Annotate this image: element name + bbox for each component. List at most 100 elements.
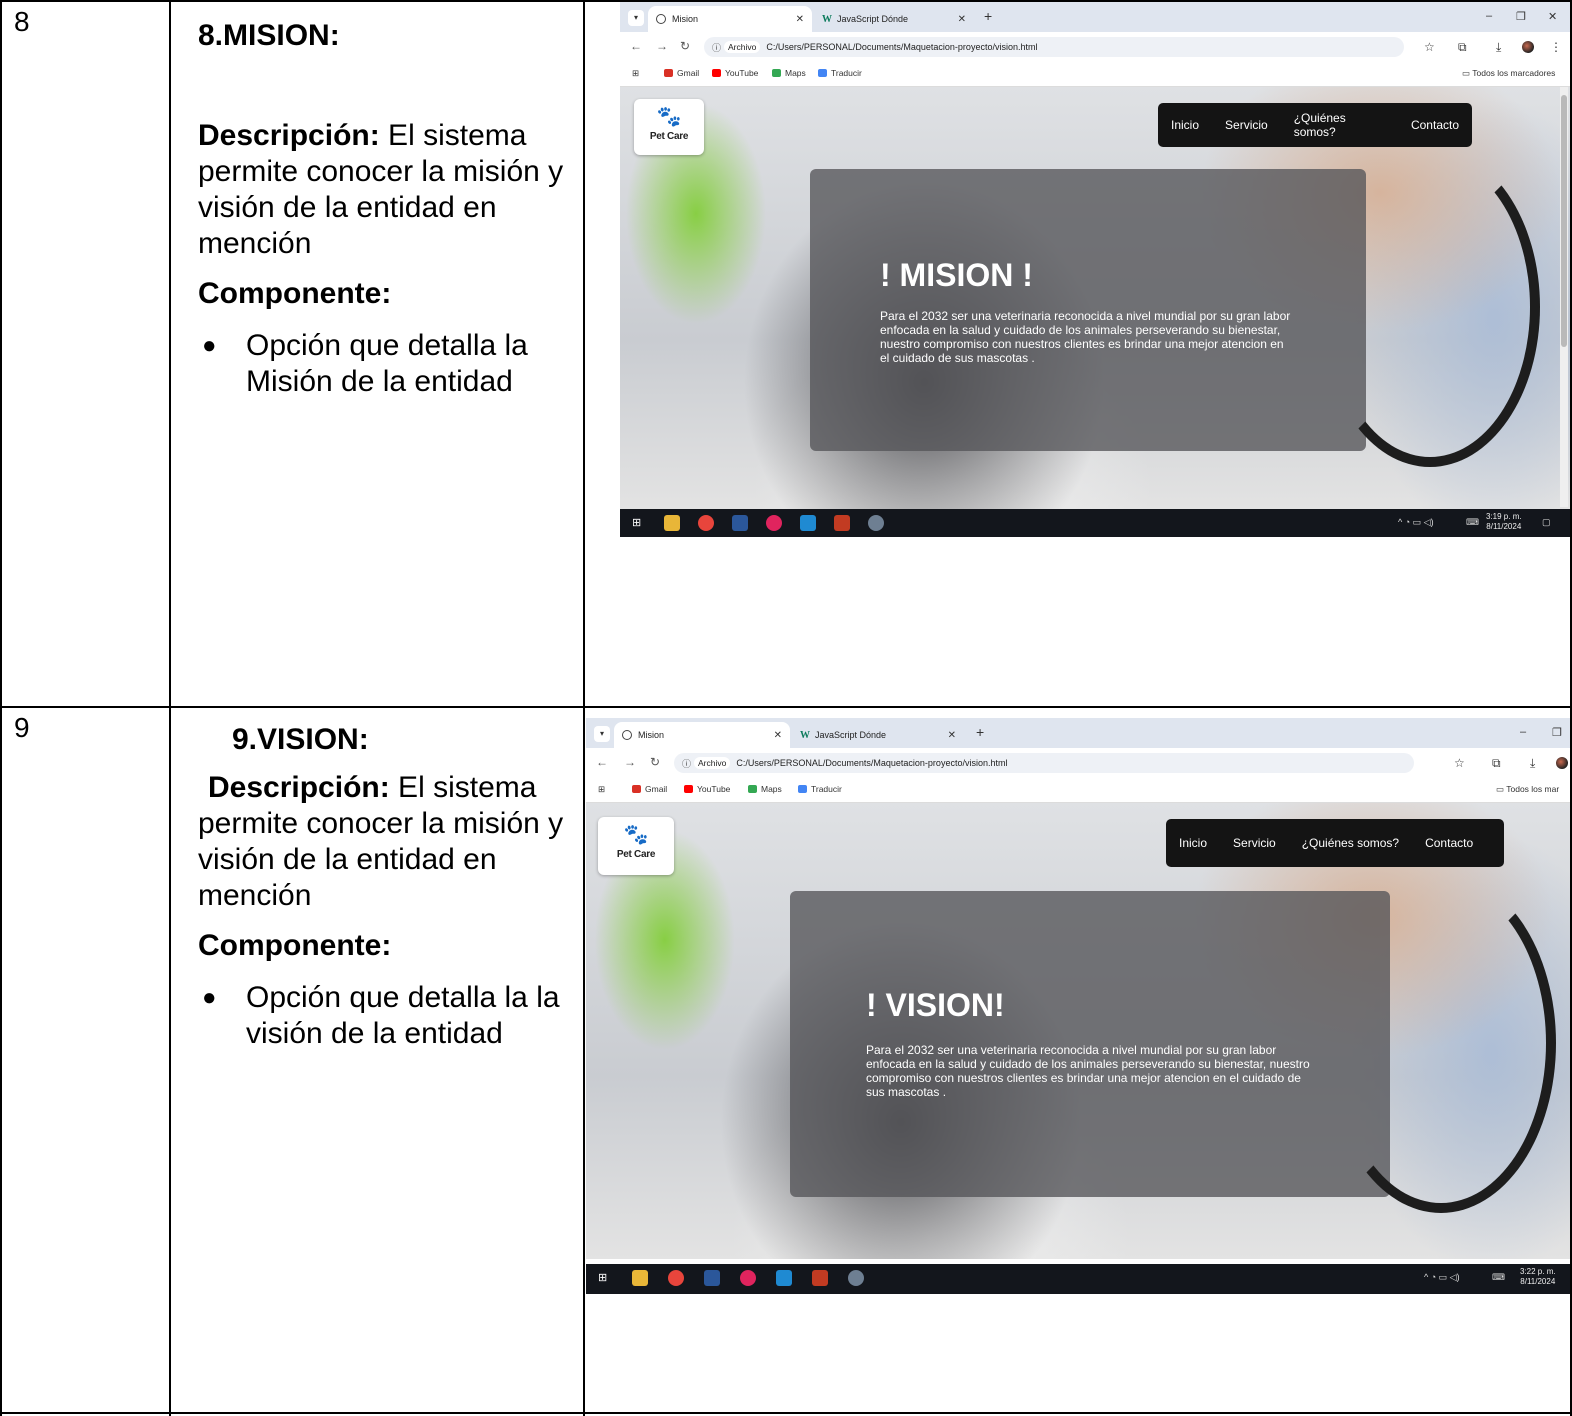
system-tray-icons[interactable]: ^ ◔ ▭ ◁): [1424, 1272, 1460, 1283]
address-bar[interactable]: ⓘ Archivo C:/Users/PERSONAL/Documents/Ma…: [704, 37, 1404, 57]
app-icon[interactable]: [740, 1270, 756, 1286]
url-scheme-chip: Archivo: [724, 41, 761, 53]
chrome-icon[interactable]: [698, 515, 714, 531]
new-tab-button[interactable]: +: [976, 724, 984, 740]
arrow-left-icon[interactable]: ←: [596, 755, 608, 769]
apps-icon[interactable]: ⊞: [632, 68, 639, 79]
nav-contacto[interactable]: Contacto: [1425, 836, 1473, 850]
scrollbar-thumb[interactable]: [1561, 95, 1567, 347]
youtube-icon: [684, 785, 693, 793]
description-paragraph: Descripción: El sistema permite conocer …: [198, 770, 570, 914]
word-icon[interactable]: [732, 515, 748, 531]
keyboard-icon[interactable]: ⌨: [1466, 517, 1479, 528]
row-divider: [0, 706, 1572, 708]
app-icon[interactable]: [834, 515, 850, 531]
petcare-logo[interactable]: 🐾 Pet Care: [634, 99, 704, 155]
puzzle-icon[interactable]: ⧉: [1458, 40, 1467, 55]
stethoscope-decoration: [1326, 873, 1556, 1213]
bookmark-maps[interactable]: Maps: [748, 784, 782, 794]
windows-start-icon[interactable]: ⊞: [632, 518, 643, 529]
notifications-icon[interactable]: ▢: [1542, 517, 1551, 528]
windows-taskbar: ⊞ ^ ◔ ▭ ◁) ⌨ 3:19 p. m. 8/11/2024 ▢: [620, 509, 1570, 537]
info-icon[interactable]: ⓘ: [682, 757, 691, 770]
component-label: Componente:: [198, 929, 392, 962]
bookmark-traducir[interactable]: Traducir: [818, 68, 862, 78]
tab-search-button[interactable]: ▾: [594, 726, 610, 742]
close-window-icon[interactable]: ✕: [1548, 10, 1557, 23]
nav-quienes-somos[interactable]: ¿Quiénes somos?: [1302, 836, 1399, 850]
clock-date: 8/11/2024: [1520, 1277, 1556, 1286]
bookmark-label: Gmail: [645, 784, 668, 794]
profile-avatar[interactable]: [1522, 41, 1534, 53]
word-icon[interactable]: [704, 1270, 720, 1286]
taskbar-clock[interactable]: 3:22 p. m. 8/11/2024: [1520, 1267, 1556, 1287]
vscode-icon[interactable]: [776, 1270, 792, 1286]
nav-inicio[interactable]: Inicio: [1179, 836, 1207, 850]
keyboard-icon[interactable]: ⌨: [1492, 1272, 1505, 1283]
puzzle-icon[interactable]: ⧉: [1492, 756, 1501, 771]
tab-title: Mision: [638, 730, 665, 740]
profile-avatar[interactable]: [1556, 757, 1568, 769]
download-icon[interactable]: ⤓: [1496, 40, 1501, 55]
restore-icon[interactable]: ❐: [1516, 10, 1526, 23]
app-icon[interactable]: [848, 1270, 864, 1286]
close-icon[interactable]: ✕: [948, 730, 956, 741]
tab-javascript[interactable]: W JavaScript Dónde ✕: [792, 722, 964, 748]
tab-search-button[interactable]: ▾: [628, 10, 644, 26]
download-icon[interactable]: ⤓: [1530, 756, 1535, 771]
reload-icon[interactable]: ↻: [650, 755, 660, 769]
info-icon[interactable]: ⓘ: [712, 41, 721, 54]
all-bookmarks[interactable]: ▭ Todos los marcadores: [1462, 68, 1555, 79]
panel-title: ! MISION !: [880, 257, 1033, 293]
arrow-right-icon[interactable]: →: [656, 39, 668, 53]
close-icon[interactable]: ✕: [958, 14, 966, 25]
arrow-left-icon[interactable]: ←: [630, 39, 642, 53]
bookmark-traducir[interactable]: Traducir: [798, 784, 842, 794]
petcare-logo[interactable]: 🐾 Pet Care: [598, 817, 674, 875]
file-explorer-icon[interactable]: [664, 515, 680, 531]
nav-servicio[interactable]: Servicio: [1233, 836, 1276, 850]
stethoscope-decoration: [1320, 147, 1540, 467]
arrow-right-icon[interactable]: →: [624, 755, 636, 769]
restore-icon[interactable]: ❐: [1552, 726, 1562, 739]
file-explorer-icon[interactable]: [632, 1270, 648, 1286]
close-icon[interactable]: ✕: [796, 14, 804, 25]
minimize-icon[interactable]: –: [1520, 726, 1526, 738]
more-menu-icon[interactable]: ⋮: [1550, 40, 1562, 54]
nav-quienes-somos[interactable]: ¿Quiénes somos?: [1294, 111, 1385, 139]
address-bar[interactable]: ⓘ Archivo C:/Users/PERSONAL/Documents/Ma…: [674, 753, 1414, 773]
minimize-icon[interactable]: –: [1486, 10, 1492, 22]
gmail-icon: [632, 785, 641, 793]
page-scrollbar[interactable]: [1560, 87, 1568, 507]
nav-contacto[interactable]: Contacto: [1411, 118, 1459, 132]
tab-javascript[interactable]: W JavaScript Dónde ✕: [814, 6, 974, 32]
nav-inicio[interactable]: Inicio: [1171, 118, 1199, 132]
apps-icon[interactable]: ⊞: [598, 784, 605, 795]
bookmark-youtube[interactable]: YouTube: [684, 784, 730, 794]
app-icon[interactable]: [766, 515, 782, 531]
bookmark-maps[interactable]: Maps: [772, 68, 806, 78]
section-heading: 9.VISION:: [232, 723, 369, 756]
windows-start-icon[interactable]: ⊞: [598, 1273, 609, 1284]
taskbar-clock[interactable]: 3:19 p. m. 8/11/2024: [1486, 512, 1522, 532]
tab-strip: ▾ Mision ✕ W JavaScript Dónde ✕ + – ❐: [586, 718, 1570, 748]
bookmark-gmail[interactable]: Gmail: [632, 784, 667, 794]
tab-mision[interactable]: Mision ✕: [614, 722, 790, 748]
app-icon[interactable]: [868, 515, 884, 531]
w3schools-icon: W: [822, 13, 832, 25]
star-icon[interactable]: ☆: [1424, 40, 1435, 54]
close-icon[interactable]: ✕: [774, 730, 782, 741]
star-icon[interactable]: ☆: [1454, 756, 1465, 770]
tab-mision[interactable]: Mision ✕: [648, 6, 812, 32]
vscode-icon[interactable]: [800, 515, 816, 531]
bookmark-youtube[interactable]: YouTube: [712, 68, 758, 78]
new-tab-button[interactable]: +: [984, 8, 992, 24]
bookmark-gmail[interactable]: Gmail: [664, 68, 699, 78]
system-tray-icons[interactable]: ^ ◔ ▭ ◁): [1398, 517, 1434, 528]
site-navigation: Inicio Servicio ¿Quiénes somos? Contacto: [1158, 103, 1472, 147]
reload-icon[interactable]: ↻: [680, 39, 690, 53]
nav-servicio[interactable]: Servicio: [1225, 118, 1268, 132]
app-icon[interactable]: [812, 1270, 828, 1286]
chrome-icon[interactable]: [668, 1270, 684, 1286]
all-bookmarks[interactable]: ▭ Todos los mar: [1496, 784, 1559, 795]
